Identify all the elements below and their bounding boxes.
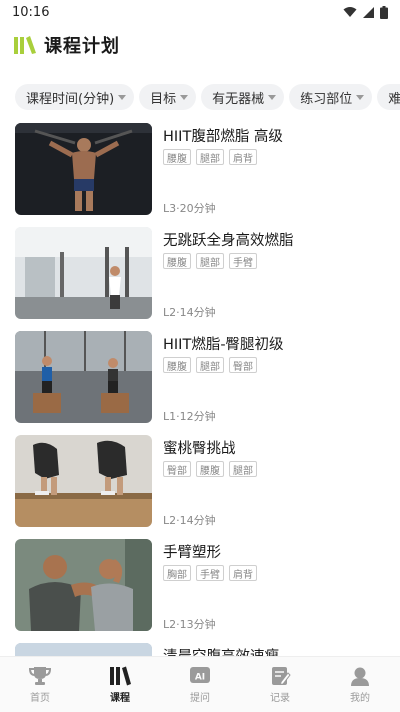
course-title: 手臂塑形 <box>163 545 221 561</box>
filter-label: 有无器械 <box>212 91 265 107</box>
filter-label: 课程时间(分钟) <box>26 91 115 107</box>
course-tag: 胸部 <box>163 565 191 581</box>
record-icon <box>272 666 291 685</box>
course-card[interactable]: 手臂塑形 胸部 手臂 肩背 L2·13分钟 <box>15 539 387 631</box>
wifi-icon <box>343 7 357 17</box>
course-meta: L2·14分钟 <box>163 514 216 527</box>
tab-records[interactable]: 记录 <box>240 657 320 712</box>
status-time: 10:16 <box>12 4 50 20</box>
tab-label: 提问 <box>190 692 210 704</box>
status-bar: 10:16 <box>0 0 400 24</box>
course-thumbnail <box>15 227 152 319</box>
filter-label: 练习部位 <box>300 91 353 107</box>
filter-body-part[interactable]: 练习部位 <box>289 84 373 110</box>
course-tag: 腰腹 <box>163 149 191 165</box>
course-title: 蜜桃臀挑战 <box>163 441 236 457</box>
course-tag: 手臂 <box>229 253 257 269</box>
tab-ask[interactable]: AI 提问 <box>160 657 240 712</box>
course-card[interactable]: HIIT腹部燃脂 高级 腰腹 腿部 肩背 L3·20分钟 <box>15 123 387 215</box>
course-card[interactable]: 蜜桃臀挑战 臀部 腰腹 腿部 L2·14分钟 <box>15 435 387 527</box>
signal-icon <box>363 6 374 18</box>
svg-text:AI: AI <box>195 672 205 682</box>
user-icon <box>351 667 369 686</box>
course-tag: 肩背 <box>229 565 257 581</box>
course-icon <box>110 666 131 685</box>
tab-label: 记录 <box>270 692 290 704</box>
filter-label: 难度 <box>388 91 400 107</box>
caret-down-icon <box>118 94 127 100</box>
course-thumbnail <box>15 643 152 657</box>
filter-goal[interactable]: 目标 <box>139 84 197 110</box>
course-thumbnail <box>15 331 152 423</box>
tab-courses[interactable]: 课程 <box>80 657 160 712</box>
course-tags: 腰腹 腿部 手臂 <box>163 253 257 269</box>
filter-duration[interactable]: 课程时间(分钟) <box>15 84 135 110</box>
course-title: 无跳跃全身高效燃脂 <box>163 233 294 249</box>
filter-label: 目标 <box>150 91 177 107</box>
course-tags: 腰腹 腿部 臀部 <box>163 357 257 373</box>
course-tags: 臀部 腰腹 腿部 <box>163 461 257 477</box>
course-meta: L1·12分钟 <box>163 410 216 423</box>
course-tag: 腰腹 <box>163 357 191 373</box>
course-tag: 腰腹 <box>196 461 224 477</box>
course-card[interactable]: 清晨空腹高效速瘦 <box>15 643 387 657</box>
course-tag: 腿部 <box>196 357 224 373</box>
course-title: HIIT燃脂-臀腿初级 <box>163 337 284 353</box>
battery-icon <box>380 5 388 19</box>
course-meta: L2·14分钟 <box>163 306 216 319</box>
ai-icon: AI <box>190 666 210 683</box>
course-card[interactable]: HIIT燃脂-臀腿初级 腰腹 腿部 臀部 L1·12分钟 <box>15 331 387 423</box>
tab-label: 我的 <box>350 692 370 704</box>
tab-home[interactable]: 首页 <box>0 657 80 712</box>
page-header: 课程计划 <box>0 30 400 60</box>
course-tag: 手臂 <box>196 565 224 581</box>
course-tag: 臀部 <box>229 357 257 373</box>
course-tag: 腰腹 <box>163 253 191 269</box>
trophy-icon <box>29 666 51 685</box>
tab-profile[interactable]: 我的 <box>320 657 400 712</box>
filter-bar: 课程时间(分钟) 目标 有无器械 练习部位 难度 <box>0 84 400 112</box>
bottom-tab-bar: 首页 课程 AI 提问 记录 我的 <box>0 656 400 712</box>
page-title: 课程计划 <box>44 36 120 57</box>
course-tag: 腿部 <box>196 149 224 165</box>
course-tag: 腿部 <box>196 253 224 269</box>
course-thumbnail <box>15 435 152 527</box>
course-meta: L2·13分钟 <box>163 618 216 631</box>
course-thumbnail <box>15 123 152 215</box>
caret-down-icon <box>356 94 365 100</box>
tab-label: 首页 <box>30 692 50 704</box>
caret-down-icon <box>268 94 277 100</box>
course-tags: 胸部 手臂 肩背 <box>163 565 257 581</box>
course-tags: 腰腹 腿部 肩背 <box>163 149 257 165</box>
course-tag: 肩背 <box>229 149 257 165</box>
tab-label: 课程 <box>110 692 130 704</box>
status-icons <box>343 5 388 19</box>
caret-down-icon <box>180 94 189 100</box>
filter-equipment[interactable]: 有无器械 <box>201 84 285 110</box>
app-logo-icon <box>14 36 36 54</box>
course-meta: L3·20分钟 <box>163 202 216 215</box>
course-thumbnail <box>15 539 152 631</box>
filter-difficulty[interactable]: 难度 <box>377 84 400 110</box>
course-tag: 腿部 <box>229 461 257 477</box>
course-tag: 臀部 <box>163 461 191 477</box>
course-title: HIIT腹部燃脂 高级 <box>163 129 283 145</box>
course-card[interactable]: 无跳跃全身高效燃脂 腰腹 腿部 手臂 L2·14分钟 <box>15 227 387 319</box>
